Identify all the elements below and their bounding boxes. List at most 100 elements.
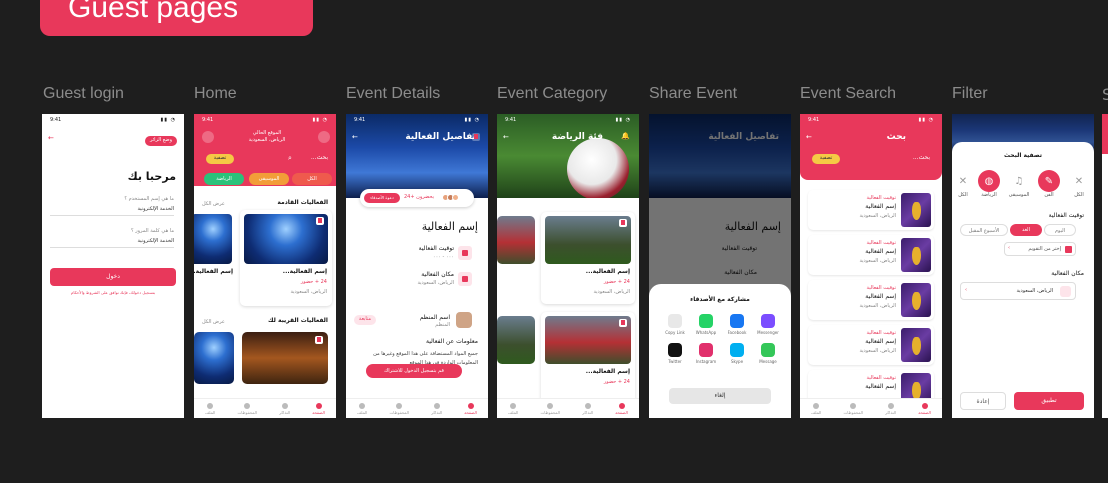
signal-icon: ▮▮ ◔ [615,117,631,123]
bookmark-icon[interactable] [472,133,480,141]
upcoming-see-all[interactable]: عرض الكل [202,201,225,207]
location-label: الموقع الحالي [252,130,282,136]
nav-explore[interactable]: الصفحة [615,402,628,415]
skype-icon [730,343,744,357]
filter-cat-sports[interactable]: ◍ الرياضة [978,170,1000,198]
nav-explore[interactable]: الصفحة [312,402,325,415]
filter-cat-all-partial[interactable]: ✕ الكل [956,170,970,198]
guest-mode-chip[interactable]: وضع الزائر [145,136,177,146]
apply-button[interactable]: تطبيق [1014,392,1084,410]
time-option-today[interactable]: اليوم [1044,224,1076,236]
share-sheet: مشاركة مع الأصدقاء Copy Link WhatsApp Fa… [649,284,791,418]
nav-profile[interactable]: الملف [508,402,518,415]
username-field[interactable]: الخدمة الإلكترونية [50,206,174,216]
nav-tickets[interactable]: التذاكر [582,402,593,415]
filter-chip[interactable]: تصفية [812,154,840,164]
nav-saved[interactable]: المحفوظات [540,402,560,415]
invite-chip[interactable]: دعوة الأصدقاء [364,193,400,203]
category-chip-music[interactable]: الموسيقى [249,173,289,185]
category-chip-all[interactable]: الكل [292,173,332,185]
frame-label-home: Home [194,85,237,102]
screen-guest-login: 9:41 ▮▮ ◔ ← وضع الزائر مرحبا بك ما هي إسم… [42,114,184,418]
result-thumbnail [901,328,931,362]
card-image [194,214,232,264]
time-option-next-week[interactable]: الأسبوع المقبل [960,224,1008,236]
terms-link[interactable]: بتسجيل دخولك، فإنك توافق على الشروط والأ… [50,290,176,295]
back-arrow-icon[interactable]: ← [503,133,509,141]
upcoming-card-partial[interactable]: إسم الفعالية... [194,210,236,306]
login-button[interactable]: دخول [50,268,176,286]
nav-profile[interactable]: الملف [205,402,215,415]
back-arrow-icon[interactable]: ← [352,133,358,141]
share-skype[interactable]: Skype [722,343,752,364]
category-card[interactable]: إسم الفعالية... 24 + حضور [541,312,635,404]
category-card-partial[interactable] [497,216,535,264]
screen-event-search: 9:41 ▮▮ ◔ ← بحث بحث... تصفية توقيت الفعال… [800,114,942,418]
location-value[interactable]: الرياض، السعودية [232,137,302,143]
bookmark-icon[interactable] [316,217,324,225]
calendar-picker[interactable]: إختر من التقويم ‹ [1004,242,1076,256]
share-copy-link[interactable]: Copy Link [660,314,690,335]
back-arrow-icon[interactable]: ← [806,133,812,141]
category-chip-sports[interactable]: الرياضة [204,173,244,185]
register-button[interactable]: قم بتسجيل الدخول للاشتراك [366,364,462,378]
bookmark-icon[interactable] [315,336,323,344]
notification-icon[interactable] [202,131,214,143]
nav-tickets[interactable]: التذاكر [431,402,442,415]
frame-label-filter: Filter [952,85,988,102]
nav-explore[interactable]: الصفحة [464,402,477,415]
nearby-card-image-partial[interactable] [194,332,234,384]
share-twitter[interactable]: Twitter [660,343,690,364]
search-header-title: بحث [886,132,906,142]
category-card[interactable]: إسم الفعالية... 24 + حضور الرياض، السعود… [541,212,635,304]
nav-label: المحفوظات [540,409,560,415]
bookmark-icon[interactable] [619,319,627,327]
filter-cat-all[interactable]: ✕ الكل [1068,170,1090,198]
nav-label: المحفوظات [389,409,409,415]
bookmark-nav-icon [244,402,251,409]
search-input[interactable]: بحث... [311,154,328,161]
nav-saved[interactable]: المحفوظات [389,402,409,415]
place-select[interactable]: الرياض، السعودية ‹ [960,282,1076,300]
nav-profile[interactable]: الملف [357,402,367,415]
notification-icon[interactable]: 🔔 [621,132,630,140]
search-result[interactable]: توقيت الفعالية إسم الفعالية الرياض، السع… [808,235,934,275]
search-result[interactable]: توقيت الفعالية إسم الفعالية الرياض، السع… [808,280,934,320]
search-input[interactable]: بحث... [913,154,930,161]
cancel-button[interactable]: إلغاء [669,388,771,404]
whatsapp-icon [699,314,713,328]
share-whatsapp[interactable]: WhatsApp [691,314,721,335]
nav-profile[interactable]: الملف [811,402,821,415]
password-field[interactable]: الخدمة الإلكترونية [50,238,174,248]
filter-chip[interactable]: تصفية [206,154,234,164]
menu-icon[interactable] [318,131,330,143]
nav-tickets[interactable]: التذاكر [885,402,896,415]
search-result[interactable]: توقيت الفعالية إسم الفعالية الرياض، السع… [808,190,934,230]
upcoming-card[interactable]: إسم الفعالية... 24 + حضور الرياض، السعود… [240,210,332,306]
share-facebook[interactable]: Facebook [722,314,752,335]
search-result[interactable]: توقيت الفعالية إسم الفعالية الرياض، السع… [808,325,934,365]
filter-cat-music[interactable]: ♫ الموسيقى [1008,170,1030,198]
result-time: توقيت الفعالية [866,375,896,381]
organizer-avatar [456,312,472,328]
bookmark-icon[interactable] [619,219,627,227]
nav-tickets[interactable]: التذاكر [279,402,290,415]
follow-chip[interactable]: متابعة [354,315,376,325]
share-messenger[interactable]: Messenger [753,314,783,335]
compass-icon [618,402,625,409]
nav-saved[interactable]: المحفوظات [237,402,257,415]
category-card-partial[interactable] [497,316,535,364]
nav-explore[interactable]: الصفحة [918,402,931,415]
back-arrow-icon[interactable]: ← [48,134,54,142]
share-message[interactable]: Message [753,343,783,364]
profile-icon [359,402,366,409]
welcome-title: مرحبا بك [127,170,176,183]
time-option-tomorrow[interactable]: الغد [1010,224,1042,236]
ticket-icon [887,402,894,409]
filter-cat-art[interactable]: ✎ الفن [1038,170,1060,198]
share-instagram[interactable]: Instagram [691,343,721,364]
nav-saved[interactable]: المحفوظات [843,402,863,415]
result-name: إسم الفعالية [865,203,896,210]
reset-button[interactable]: إعادة [960,392,1006,410]
nearby-see-all[interactable]: عرض الكل [202,319,225,325]
